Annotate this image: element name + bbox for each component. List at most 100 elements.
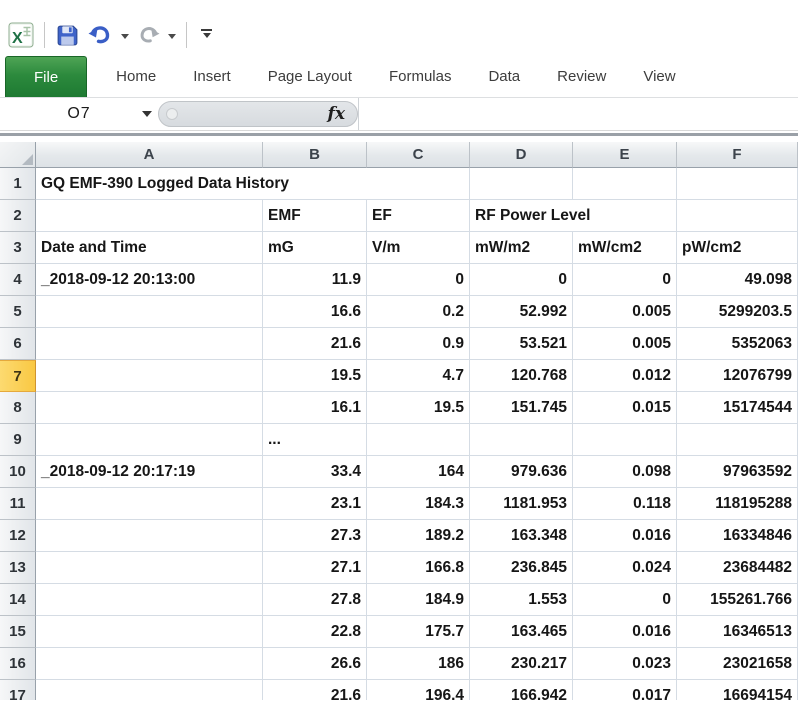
cell-C3[interactable]: V/m: [367, 232, 470, 264]
row-header-8[interactable]: 8: [0, 392, 36, 424]
cell-D14[interactable]: 1.553: [470, 584, 573, 616]
redo-dropdown-icon[interactable]: [168, 34, 176, 43]
row-header-15[interactable]: 15: [0, 616, 36, 648]
cell-D13[interactable]: 236.845: [470, 552, 573, 584]
cell-D7[interactable]: 120.768: [470, 360, 573, 392]
cell-A6[interactable]: [36, 328, 263, 360]
cell-D10[interactable]: 979.636: [470, 456, 573, 488]
cell-D4[interactable]: 0: [470, 264, 573, 296]
cell-D11[interactable]: 1181.953: [470, 488, 573, 520]
cell-C5[interactable]: 0.2: [367, 296, 470, 328]
cell-F4[interactable]: 49.098: [677, 264, 798, 296]
tab-review[interactable]: Review: [542, 56, 621, 97]
row-header-7[interactable]: 7: [0, 360, 36, 392]
cell-E4[interactable]: 0: [573, 264, 677, 296]
cell-B14[interactable]: 27.8: [263, 584, 367, 616]
cell-F2[interactable]: [677, 200, 798, 232]
select-all-corner[interactable]: [0, 142, 36, 168]
cell-E5[interactable]: 0.005: [573, 296, 677, 328]
tab-file[interactable]: File: [5, 56, 87, 97]
cell-A3[interactable]: Date and Time: [36, 232, 263, 264]
cell-B8[interactable]: 16.1: [263, 392, 367, 424]
cell-B10[interactable]: 33.4: [263, 456, 367, 488]
cell-F11[interactable]: 118195288: [677, 488, 798, 520]
cell-C17[interactable]: 196.4: [367, 680, 470, 700]
cell-E1[interactable]: [573, 168, 677, 200]
cell-B6[interactable]: 21.6: [263, 328, 367, 360]
cell-E9[interactable]: [573, 424, 677, 456]
cell-B15[interactable]: 22.8: [263, 616, 367, 648]
cell-C11[interactable]: 184.3: [367, 488, 470, 520]
cell-F17[interactable]: 16694154: [677, 680, 798, 700]
cell-B16[interactable]: 26.6: [263, 648, 367, 680]
cell-A4[interactable]: _2018-09-12 20:13:00: [36, 264, 263, 296]
customize-quick-access-toolbar-button[interactable]: [197, 27, 216, 44]
cell-F15[interactable]: 16346513: [677, 616, 798, 648]
cell-D6[interactable]: 53.521: [470, 328, 573, 360]
insert-function-button[interactable]: fx: [158, 101, 358, 127]
cell-C4[interactable]: 0: [367, 264, 470, 296]
tab-formulas[interactable]: Formulas: [374, 56, 467, 97]
cell-B2[interactable]: EMF: [263, 200, 367, 232]
cell-C6[interactable]: 0.9: [367, 328, 470, 360]
cell-A2[interactable]: [36, 200, 263, 232]
cell-E14[interactable]: 0: [573, 584, 677, 616]
cell-A5[interactable]: [36, 296, 263, 328]
cell-C12[interactable]: 189.2: [367, 520, 470, 552]
row-header-13[interactable]: 13: [0, 552, 36, 584]
cell-B17[interactable]: 21.6: [263, 680, 367, 700]
cell-F10[interactable]: 97963592: [677, 456, 798, 488]
row-header-16[interactable]: 16: [0, 648, 36, 680]
cell-E17[interactable]: 0.017: [573, 680, 677, 700]
cell-C14[interactable]: 184.9: [367, 584, 470, 616]
column-header-A[interactable]: A: [36, 142, 263, 168]
cell-C10[interactable]: 164: [367, 456, 470, 488]
redo-icon[interactable]: [136, 24, 161, 46]
cell-E13[interactable]: 0.024: [573, 552, 677, 584]
cell-F9[interactable]: [677, 424, 798, 456]
cell-C2[interactable]: EF: [367, 200, 470, 232]
cell-E8[interactable]: 0.015: [573, 392, 677, 424]
cell-A14[interactable]: [36, 584, 263, 616]
cell-F16[interactable]: 23021658: [677, 648, 798, 680]
column-header-C[interactable]: C: [367, 142, 470, 168]
cell-A8[interactable]: [36, 392, 263, 424]
cell-C9[interactable]: [367, 424, 470, 456]
row-header-9[interactable]: 9: [0, 424, 36, 456]
cell-E11[interactable]: 0.118: [573, 488, 677, 520]
cell-B13[interactable]: 27.1: [263, 552, 367, 584]
cell-D17[interactable]: 166.942: [470, 680, 573, 700]
column-header-E[interactable]: E: [573, 142, 677, 168]
row-header-3[interactable]: 3: [0, 232, 36, 264]
cell-B7[interactable]: 19.5: [263, 360, 367, 392]
cell-D2[interactable]: RF Power Level: [470, 200, 677, 232]
cell-A10[interactable]: _2018-09-12 20:17:19: [36, 456, 263, 488]
cell-E7[interactable]: 0.012: [573, 360, 677, 392]
cell-D12[interactable]: 163.348: [470, 520, 573, 552]
name-box[interactable]: O7: [0, 98, 158, 130]
cell-A12[interactable]: [36, 520, 263, 552]
cell-E15[interactable]: 0.016: [573, 616, 677, 648]
cell-E3[interactable]: mW/cm2: [573, 232, 677, 264]
excel-app-icon[interactable]: X: [8, 22, 34, 48]
cell-A11[interactable]: [36, 488, 263, 520]
cell-C15[interactable]: 175.7: [367, 616, 470, 648]
cell-C13[interactable]: 166.8: [367, 552, 470, 584]
row-header-10[interactable]: 10: [0, 456, 36, 488]
row-header-14[interactable]: 14: [0, 584, 36, 616]
tab-insert[interactable]: Insert: [178, 56, 246, 97]
column-header-F[interactable]: F: [677, 142, 798, 168]
cell-D9[interactable]: [470, 424, 573, 456]
cell-B9[interactable]: ...: [263, 424, 367, 456]
cell-B11[interactable]: 23.1: [263, 488, 367, 520]
cell-E16[interactable]: 0.023: [573, 648, 677, 680]
row-header-6[interactable]: 6: [0, 328, 36, 360]
cell-F6[interactable]: 5352063: [677, 328, 798, 360]
cell-F5[interactable]: 5299203.5: [677, 296, 798, 328]
formula-input[interactable]: [358, 98, 798, 130]
cell-A13[interactable]: [36, 552, 263, 584]
tab-data[interactable]: Data: [473, 56, 535, 97]
cell-A9[interactable]: [36, 424, 263, 456]
cell-B3[interactable]: mG: [263, 232, 367, 264]
cell-C8[interactable]: 19.5: [367, 392, 470, 424]
